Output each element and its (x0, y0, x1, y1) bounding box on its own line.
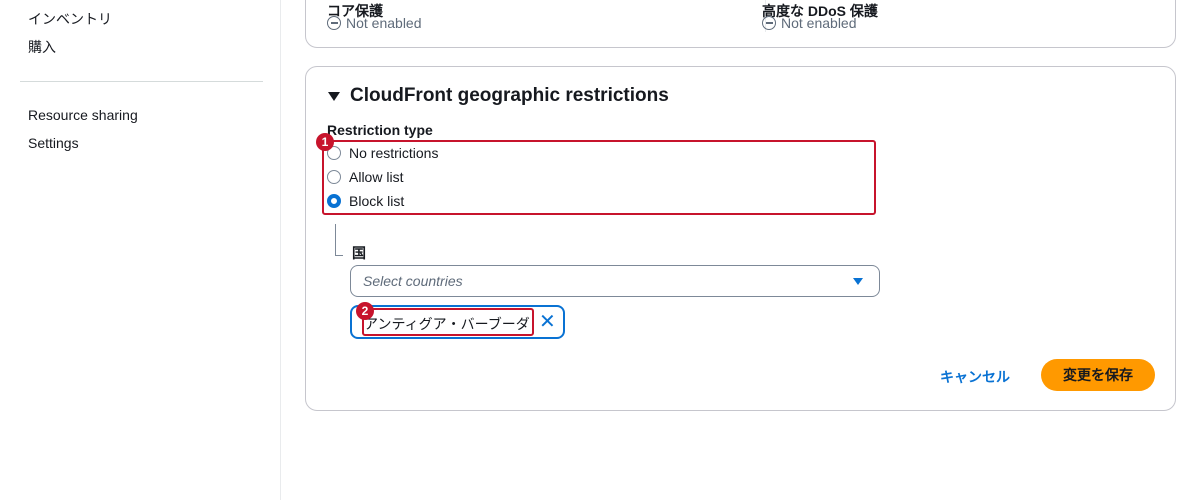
protection-status-card: コア保護 Not enabled 高度な DDoS 保護 Not enabled (305, 0, 1176, 48)
cancel-button[interactable]: キャンセル (940, 367, 1010, 387)
radio-label-allow-list: Allow list (349, 169, 404, 185)
country-select-placeholder: Select countries (363, 273, 463, 289)
radio-allow-list[interactable]: Allow list (327, 169, 403, 185)
core-protection-value: Not enabled (346, 15, 422, 31)
annotation-badge-2: 2 (356, 302, 374, 320)
minus-circle-icon (762, 16, 776, 30)
country-token: アンティグア・バーブーダ ✕ (350, 305, 565, 339)
sidebar-divider (20, 81, 263, 82)
sidebar-item-purchase[interactable]: 購入 (28, 37, 56, 57)
save-changes-button[interactable]: 変更を保存 (1041, 359, 1155, 391)
radio-label-block-list: Block list (349, 193, 405, 209)
country-token-label: アンティグア・バーブーダ (364, 316, 530, 332)
country-label: 国 (352, 245, 366, 261)
radio-label-no-restrictions: No restrictions (349, 145, 439, 161)
sidebar-item-resource-sharing[interactable]: Resource sharing (28, 107, 138, 123)
minus-circle-icon (327, 16, 341, 30)
tree-connector-vertical (335, 224, 336, 256)
sidebar-item-settings[interactable]: Settings (28, 135, 79, 151)
geo-restrictions-header[interactable]: CloudFront geographic restrictions (328, 85, 669, 107)
annotation-badge-1: 1 (316, 133, 334, 151)
radio-button[interactable] (327, 170, 341, 184)
close-icon[interactable]: ✕ (539, 312, 556, 332)
radio-block-list[interactable]: Block list (327, 193, 404, 209)
sidebar: インベントリ 購入 Resource sharing Settings (0, 0, 281, 500)
tree-connector-horizontal (335, 255, 343, 256)
advanced-ddos-value: Not enabled (781, 15, 857, 31)
core-protection-status: Not enabled (327, 15, 422, 31)
advanced-ddos-status: Not enabled (762, 15, 857, 31)
radio-no-restrictions[interactable]: No restrictions (327, 145, 438, 161)
restriction-type-label: Restriction type (327, 122, 433, 138)
caret-down-icon (328, 91, 340, 101)
main-content: コア保護 Not enabled 高度な DDoS 保護 Not enabled… (282, 0, 1200, 500)
geo-restrictions-card: CloudFront geographic restrictions Restr… (305, 66, 1176, 411)
sidebar-item-inventory[interactable]: インベントリ (28, 9, 112, 29)
caret-down-icon (853, 278, 863, 285)
radio-button-selected[interactable] (327, 194, 341, 208)
geo-restrictions-title: CloudFront geographic restrictions (350, 85, 669, 106)
country-select[interactable]: Select countries (350, 265, 880, 297)
